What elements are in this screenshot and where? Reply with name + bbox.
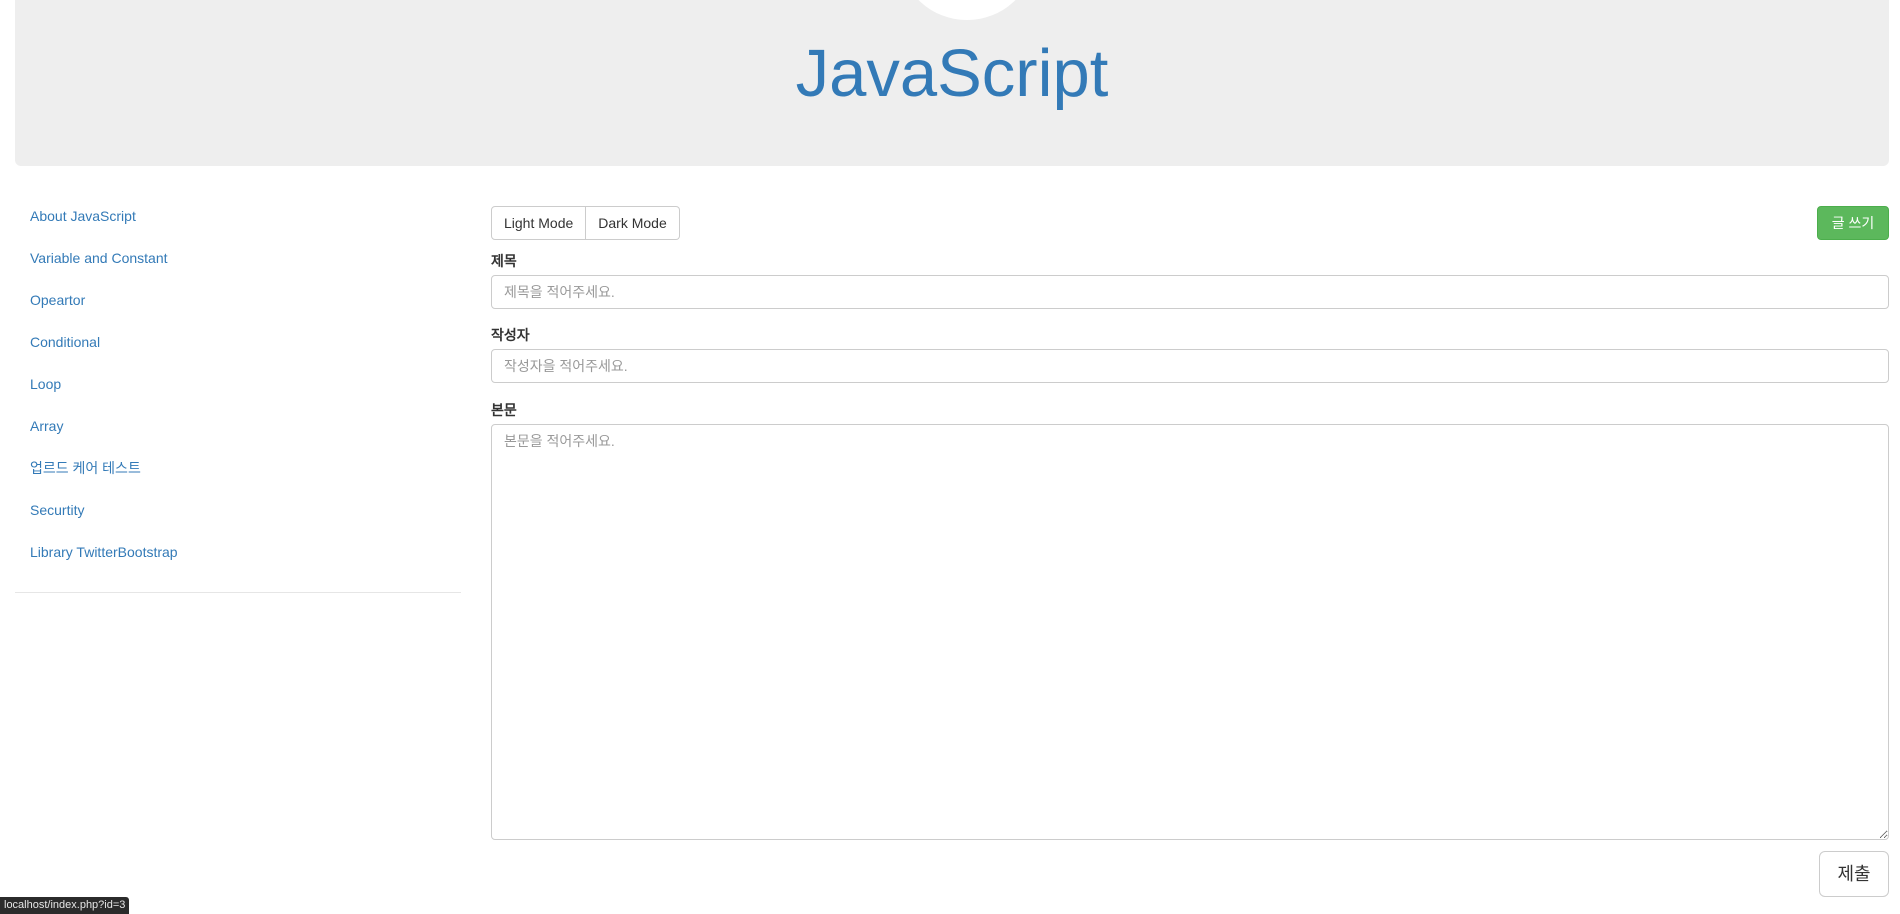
sidebar-item: Conditional xyxy=(15,322,461,364)
submit-button[interactable]: 제출 xyxy=(1819,851,1889,897)
sidebar-link-security[interactable]: Securtity xyxy=(15,490,99,531)
logo-circle xyxy=(902,0,1032,20)
sidebar-list: About JavaScript Variable and Constant O… xyxy=(15,196,461,574)
sidebar-link-conditional[interactable]: Conditional xyxy=(15,322,115,363)
body-label: 본문 xyxy=(491,402,517,418)
sidebar-link-array[interactable]: Array xyxy=(15,406,78,447)
author-input[interactable] xyxy=(491,349,1889,383)
title-label: 제목 xyxy=(491,253,517,269)
header-banner: JavaScript xyxy=(15,0,1889,166)
sidebar-item: Securtity xyxy=(15,490,461,532)
sidebar-link-upload-test[interactable]: 업르드 케어 테스트 xyxy=(15,448,156,489)
sidebar-item: Array xyxy=(15,406,461,448)
main-content: Light Mode Dark Mode 글 쓰기 제목 작성자 본문 제출 xyxy=(491,205,1889,905)
sidebar-item: Opeartor xyxy=(15,280,461,322)
sidebar-item: 업르드 케어 테스트 xyxy=(15,448,461,490)
sidebar-link-operator[interactable]: Opeartor xyxy=(15,280,100,321)
sidebar-item: Loop xyxy=(15,364,461,406)
write-post-button[interactable]: 글 쓰기 xyxy=(1817,206,1889,240)
sidebar-link-library-twitterbootstrap[interactable]: Library TwitterBootstrap xyxy=(15,532,193,573)
dark-mode-button[interactable]: Dark Mode xyxy=(586,206,680,240)
body-textarea[interactable] xyxy=(491,424,1889,840)
theme-toggle-group: Light Mode Dark Mode xyxy=(491,206,680,240)
site-title: JavaScript xyxy=(795,36,1109,111)
author-label: 작성자 xyxy=(491,327,530,343)
sidebar-item: Library TwitterBootstrap xyxy=(15,532,461,574)
status-bar-url: localhost/index.php?id=3 xyxy=(0,897,130,914)
light-mode-button[interactable]: Light Mode xyxy=(491,206,587,240)
sidebar-link-variable-and-constant[interactable]: Variable and Constant xyxy=(15,238,183,279)
title-input[interactable] xyxy=(491,275,1889,309)
sidebar-link-loop[interactable]: Loop xyxy=(15,364,76,405)
sidebar-item: About JavaScript xyxy=(15,196,461,238)
sidebar-item: Variable and Constant xyxy=(15,238,461,280)
sidebar-link-about-javascript[interactable]: About JavaScript xyxy=(15,196,151,237)
sidebar-nav: About JavaScript Variable and Constant O… xyxy=(15,196,461,593)
